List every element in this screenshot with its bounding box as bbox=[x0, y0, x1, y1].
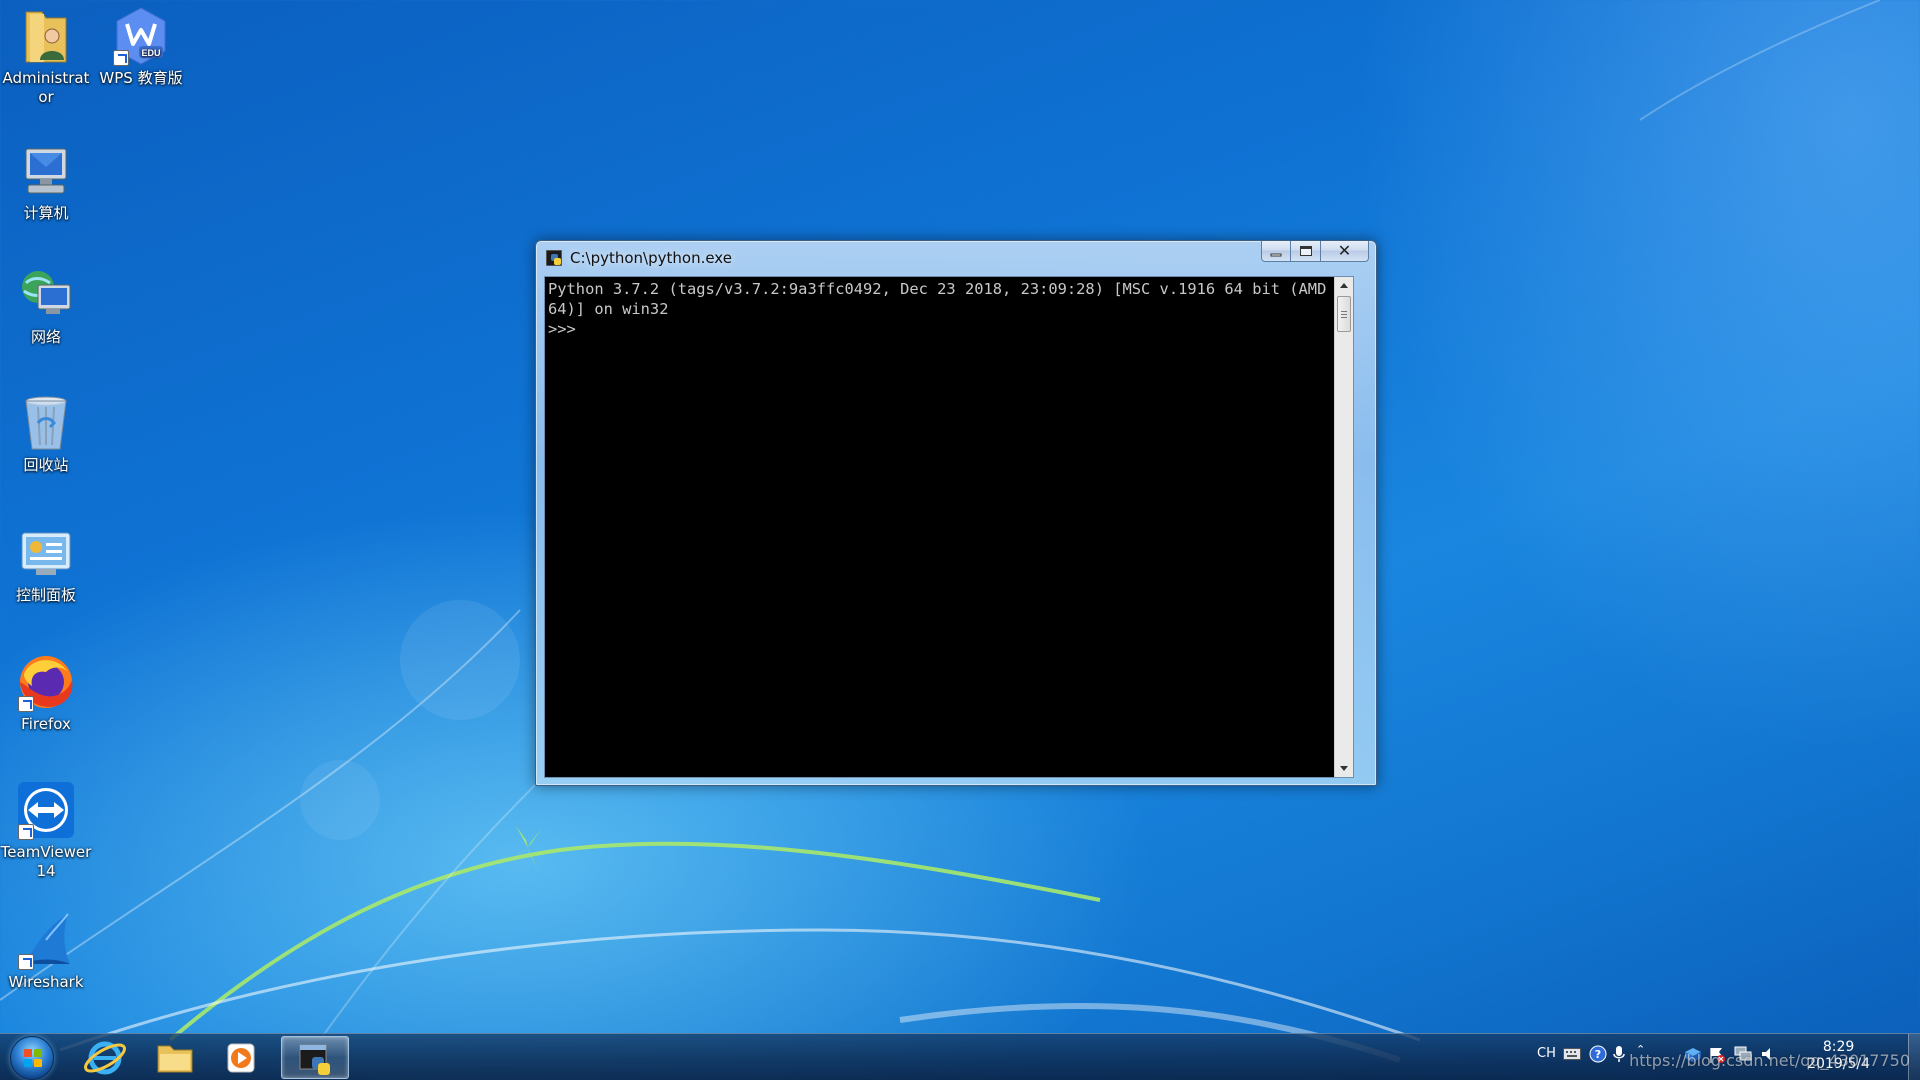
maximize-icon bbox=[1299, 246, 1312, 256]
minimize-icon bbox=[1270, 253, 1282, 257]
teamviewer-icon bbox=[16, 780, 76, 840]
console-area[interactable]: Python 3.7.2 (tags/v3.7.2:9a3ffc0492, De… bbox=[544, 276, 1354, 778]
wireshark-icon bbox=[16, 910, 76, 970]
chevron-up-icon bbox=[1340, 283, 1348, 288]
desktop-icon-label: WPS 教育版 bbox=[99, 69, 183, 87]
network-icon bbox=[16, 265, 76, 325]
media-player-icon bbox=[227, 1043, 255, 1073]
desktop-icon-network[interactable]: 网络 bbox=[0, 265, 94, 347]
watermark-text: https://blog.csdn.net/qq_43017750 bbox=[1629, 1051, 1910, 1070]
shortcut-arrow-icon bbox=[18, 954, 34, 970]
user-folder-icon bbox=[16, 6, 76, 66]
desktop-icon-wireshark[interactable]: Wireshark bbox=[0, 910, 94, 992]
maximize-button[interactable] bbox=[1291, 241, 1321, 262]
start-button[interactable] bbox=[10, 1036, 54, 1080]
python-console-window[interactable]: C:\python\python.exe ✕ Python 3.7.2 (tag… bbox=[535, 240, 1377, 786]
desktop-icon-label: Firefox bbox=[21, 715, 71, 733]
desktop-icon-label: TeamViewer 14 bbox=[0, 843, 92, 880]
shortcut-arrow-icon bbox=[113, 50, 129, 66]
desktop-icon-label: Wireshark bbox=[8, 973, 84, 991]
windows-logo-icon bbox=[24, 1049, 42, 1067]
desktop-icon-label: 回收站 bbox=[23, 456, 69, 474]
desktop-icon-administrator[interactable]: Administrator bbox=[0, 6, 94, 107]
vertical-scrollbar[interactable] bbox=[1334, 277, 1353, 777]
language-indicator[interactable]: CH bbox=[1537, 1046, 1556, 1061]
close-button[interactable]: ✕ bbox=[1321, 241, 1369, 262]
python-console-icon bbox=[546, 250, 562, 266]
minimize-button[interactable] bbox=[1261, 241, 1291, 262]
scroll-up-button[interactable] bbox=[1335, 277, 1353, 294]
taskbar: CH ? ⌃ 8:29 2019/5/4 https://blog.csdn.n… bbox=[0, 1033, 1920, 1080]
help-icon[interactable]: ? bbox=[1589, 1045, 1607, 1067]
shortcut-arrow-icon bbox=[18, 824, 34, 840]
firefox-icon bbox=[16, 652, 76, 712]
desktop-icon-label: Administrator bbox=[2, 69, 90, 106]
desktop-icon-firefox[interactable]: Firefox bbox=[0, 652, 94, 734]
desktop-icon-label: 计算机 bbox=[23, 204, 69, 222]
desktop-icon-teamviewer[interactable]: TeamViewer 14 bbox=[0, 780, 94, 881]
keyboard-icon[interactable] bbox=[1563, 1048, 1581, 1064]
taskbar-python-console[interactable] bbox=[281, 1036, 349, 1079]
window-title: C:\python\python.exe bbox=[570, 249, 732, 267]
desktop-icon-computer[interactable]: 计算机 bbox=[0, 141, 94, 223]
desktop-icon-label: 网络 bbox=[30, 328, 61, 346]
recycle-bin-icon bbox=[16, 393, 76, 453]
svg-text:?: ? bbox=[1595, 1048, 1601, 1061]
window-titlebar[interactable]: C:\python\python.exe ✕ bbox=[536, 241, 1376, 275]
computer-icon bbox=[16, 141, 76, 201]
console-output[interactable]: Python 3.7.2 (tags/v3.7.2:9a3ffc0492, De… bbox=[548, 279, 1331, 339]
window-caption-buttons: ✕ bbox=[1261, 241, 1369, 262]
chevron-down-icon bbox=[1340, 766, 1348, 771]
desktop-icon-recycle-bin[interactable]: 回收站 bbox=[0, 393, 94, 475]
python-console-icon bbox=[299, 1044, 330, 1075]
taskbar-internet-explorer[interactable] bbox=[74, 1036, 136, 1079]
scroll-down-button[interactable] bbox=[1335, 760, 1353, 777]
shortcut-arrow-icon bbox=[18, 696, 34, 712]
wps-edu-icon: EDU bbox=[111, 6, 171, 66]
microphone-icon[interactable] bbox=[1613, 1045, 1625, 1067]
desktop-icon-label: 控制面板 bbox=[15, 586, 76, 604]
desktop-icon-wps[interactable]: EDU WPS 教育版 bbox=[93, 6, 189, 88]
close-icon: ✕ bbox=[1337, 241, 1352, 260]
control-panel-icon bbox=[16, 523, 76, 583]
scrollbar-thumb[interactable] bbox=[1337, 296, 1351, 332]
taskbar-file-explorer[interactable] bbox=[144, 1036, 206, 1079]
internet-explorer-icon bbox=[84, 1041, 126, 1075]
system-tray: CH ? ⌃ 8:29 2019/5/4 https://blog.csdn.n… bbox=[1500, 1034, 1920, 1080]
desktop-icon-control-panel[interactable]: 控制面板 bbox=[0, 523, 94, 605]
show-desktop-button[interactable] bbox=[1908, 1034, 1920, 1080]
taskbar-media-player[interactable] bbox=[210, 1036, 272, 1079]
wps-edu-badge: EDU bbox=[141, 48, 160, 58]
file-explorer-icon bbox=[157, 1045, 193, 1073]
